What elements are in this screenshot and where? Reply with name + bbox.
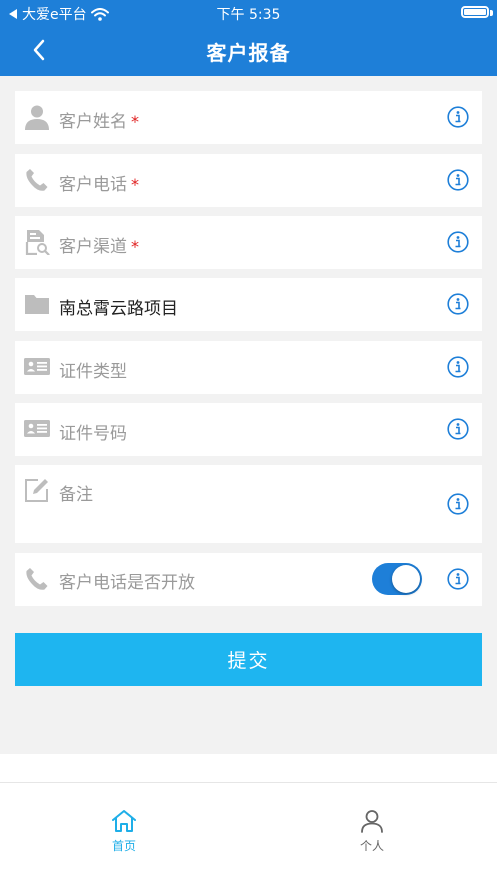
project-value: 南总霄云路项目	[59, 299, 178, 319]
customer-channel-label: 客户渠道 *	[59, 237, 139, 257]
phone-icon	[26, 568, 48, 590]
info-icon[interactable]	[447, 493, 469, 515]
toggle-knob	[392, 565, 420, 593]
tab-home-label: 首页	[111, 839, 136, 853]
customer-name-field[interactable]: 客户姓名 *	[15, 91, 482, 144]
phone-icon	[26, 169, 48, 191]
customer-phone-label: 客户电话 *	[59, 175, 139, 195]
phone-public-toggle[interactable]	[372, 563, 422, 595]
nav-header: 大爱e平台 下午 5:35 客户报备	[0, 0, 497, 76]
phone-public-field: 客户电话是否开放	[15, 553, 482, 606]
remarks-field[interactable]: 备注	[15, 465, 482, 543]
tab-profile[interactable]: 个人	[332, 809, 412, 854]
project-field[interactable]: 南总霄云路项目	[15, 278, 482, 331]
page-title: 客户报备	[206, 41, 291, 65]
id-type-label: 证件类型	[59, 362, 127, 382]
id-number-label: 证件号码	[59, 424, 127, 444]
status-bar: 大爱e平台 下午 5:35	[0, 0, 497, 24]
status-time: 下午 5:35	[216, 7, 281, 23]
tab-bar: 首页 个人	[0, 782, 497, 883]
info-icon[interactable]	[447, 106, 469, 128]
customer-channel-field[interactable]: 客户渠道 *	[15, 216, 482, 269]
tab-home[interactable]: 首页	[84, 809, 164, 854]
info-icon[interactable]	[447, 356, 469, 378]
info-icon[interactable]	[447, 293, 469, 315]
id-type-field[interactable]: 证件类型	[15, 341, 482, 394]
info-icon[interactable]	[447, 568, 469, 590]
person-outline-icon	[361, 810, 383, 833]
home-icon	[112, 810, 136, 832]
phone-public-label: 客户电话是否开放	[59, 573, 195, 593]
folder-icon	[25, 295, 49, 314]
submit-button[interactable]: 提交	[15, 633, 482, 686]
content-footer	[0, 754, 497, 782]
id-card-icon	[24, 358, 50, 375]
document-search-icon	[25, 230, 50, 255]
battery-icon	[461, 6, 489, 18]
customer-phone-field[interactable]: 客户电话 *	[15, 154, 482, 207]
id-number-field[interactable]: 证件号码	[15, 403, 482, 456]
remarks-label: 备注	[59, 485, 93, 505]
battery-cap	[490, 10, 493, 16]
person-icon	[25, 105, 49, 130]
info-icon[interactable]	[447, 169, 469, 191]
info-icon[interactable]	[447, 231, 469, 253]
info-icon[interactable]	[447, 418, 469, 440]
id-card-icon	[24, 420, 50, 437]
customer-name-label: 客户姓名 *	[59, 112, 139, 132]
edit-note-icon	[25, 479, 48, 502]
tab-profile-label: 个人	[359, 839, 384, 853]
